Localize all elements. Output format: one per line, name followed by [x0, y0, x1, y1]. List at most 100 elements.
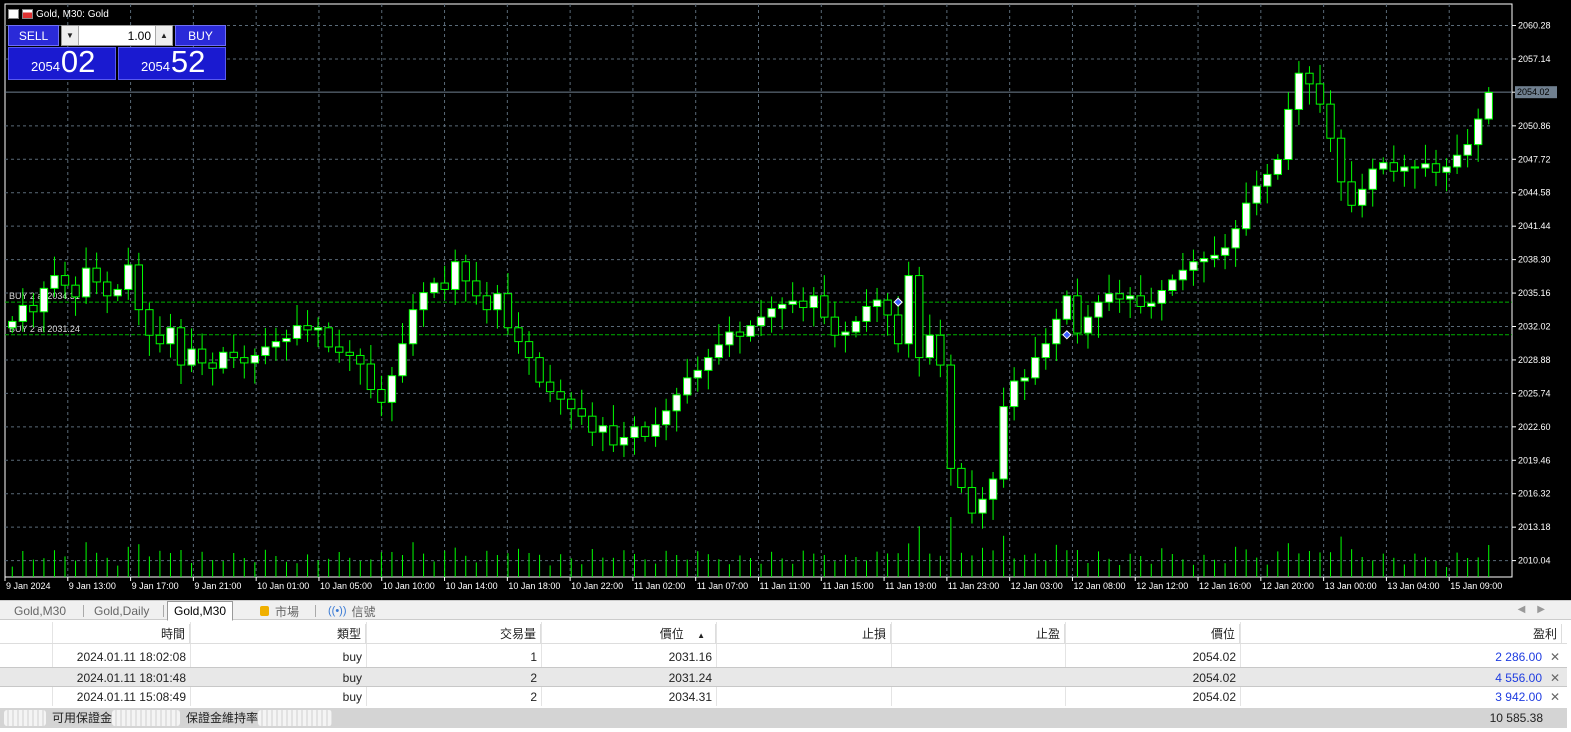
- close-position-icon[interactable]: ✕: [1550, 687, 1560, 707]
- cell-tp[interactable]: [891, 668, 1065, 688]
- candle-body: [176, 327, 186, 366]
- sell-price-prefix: 2054: [31, 59, 60, 74]
- time-axis-label: 11 Jan 07:00: [697, 581, 748, 591]
- col-header-time[interactable]: 時間: [52, 624, 190, 644]
- col-header-profit[interactable]: 盈利: [1240, 624, 1562, 644]
- candle-body: [524, 341, 534, 359]
- candle-body: [1410, 166, 1420, 169]
- one-click-trading-panel: SELL ▼ 1.00 ▲ BUY 2054 02 2054 52: [8, 24, 226, 80]
- candle-body: [1062, 295, 1072, 320]
- candle-body: [440, 282, 449, 290]
- table-row[interactable]: 2024.01.11 18:01:48 buy 2 2031.24 2054.0…: [0, 667, 1567, 687]
- col-header-type[interactable]: 類型: [190, 624, 366, 644]
- tab-scroll-arrows[interactable]: ◀▶: [1518, 604, 1557, 615]
- candle-body: [1199, 258, 1209, 263]
- candle-body: [1052, 318, 1061, 345]
- free-margin-label: 可用保證金: [52, 711, 113, 725]
- candle-body: [271, 341, 281, 348]
- tab-gold-daily[interactable]: Gold,Daily: [88, 602, 155, 620]
- col-header-open-price[interactable]: 價位 ▲: [541, 624, 716, 644]
- margin-level-label: 保證金維持率: [186, 711, 259, 725]
- candle-body: [71, 284, 80, 298]
- price-axis-label: 2010.04: [1518, 556, 1551, 566]
- candle-body: [609, 425, 618, 446]
- candle-body: [419, 292, 428, 311]
- cell-type: buy: [342, 690, 362, 704]
- candle-body: [988, 478, 998, 500]
- col-header-sl[interactable]: 止損: [716, 624, 891, 644]
- lot-increase-icon[interactable]: ▲: [155, 26, 172, 45]
- time-axis-label: 13 Jan 00:00: [1325, 581, 1377, 591]
- buy-button[interactable]: BUY: [175, 25, 226, 46]
- signal-icon: ((•)): [328, 605, 347, 617]
- candle-body: [482, 295, 492, 311]
- tab-signals-label: 信號: [351, 604, 376, 619]
- candle-body: [1294, 72, 1304, 110]
- col-header-price[interactable]: 價位: [1065, 624, 1240, 644]
- candle: [904, 261, 913, 358]
- tab-market[interactable]: 市場: [254, 602, 305, 620]
- col-header-tp[interactable]: 止盈: [891, 624, 1065, 644]
- time-axis-label: 11 Jan 11:00: [760, 581, 811, 591]
- candle-body: [429, 282, 439, 294]
- lot-input[interactable]: 1.00: [79, 29, 155, 43]
- sell-price[interactable]: 2054 02: [8, 46, 116, 80]
- lot-decrease-icon[interactable]: ▼: [62, 26, 79, 45]
- redacted-value: [4, 710, 46, 726]
- candle-body: [1020, 377, 1029, 382]
- cell-sl[interactable]: [716, 687, 891, 707]
- cell-price: 2054.02: [1192, 690, 1236, 704]
- candle-body: [683, 377, 692, 396]
- candle-body: [81, 267, 91, 298]
- tab-gold-m30[interactable]: Gold,M30: [8, 602, 72, 620]
- candle-body: [567, 398, 576, 410]
- cell-tp[interactable]: [891, 687, 1065, 707]
- candle-body: [102, 281, 112, 297]
- candle-body: [303, 325, 312, 331]
- buy-price[interactable]: 2054 52: [118, 46, 226, 80]
- cell-time: 2024.01.11 18:01:48: [76, 671, 186, 685]
- candle-body: [545, 381, 555, 393]
- candle-body: [1442, 166, 1451, 173]
- close-position-icon[interactable]: ✕: [1550, 668, 1560, 688]
- cell-type: buy: [342, 671, 362, 685]
- total-profit: 10 585.38: [1489, 711, 1543, 725]
- candle-body: [1104, 293, 1114, 303]
- tab-divider: [315, 605, 316, 617]
- time-axis-label: 10 Jan 10:00: [383, 581, 435, 591]
- time-axis-label: 10 Jan 22:00: [571, 581, 623, 591]
- tab-signals[interactable]: ((•)) 信號: [322, 602, 382, 620]
- candle: [946, 354, 956, 486]
- candle-body: [113, 288, 122, 297]
- table-row[interactable]: 2024.01.11 15:08:49 buy 2 2034.31 2054.0…: [0, 687, 1567, 707]
- time-axis-label: 9 Jan 13:00: [69, 581, 116, 591]
- sell-button[interactable]: SELL: [8, 25, 59, 46]
- candle-body: [250, 354, 260, 364]
- candle-body: [240, 357, 249, 364]
- tab-gold-m30-active[interactable]: Gold,M30: [167, 601, 234, 621]
- tab-divider: [83, 605, 84, 617]
- table-row[interactable]: 2024.01.11 18:02:08 buy 1 2031.16 2054.0…: [0, 647, 1567, 667]
- cell-tp[interactable]: [891, 647, 1065, 667]
- chart-tabs: Gold,M30 Gold,Daily Gold,M30 市場 ((•)) 信號…: [0, 600, 1571, 621]
- candle-body: [630, 426, 639, 438]
- candle-body: [335, 346, 344, 353]
- candle-body: [588, 415, 597, 433]
- price-axis-label: 2016.32: [1518, 489, 1551, 499]
- time-axis-label: 12 Jan 03:00: [1011, 581, 1063, 591]
- candle: [1062, 290, 1072, 325]
- chart-area[interactable]: 2060.28 2057.14 2054.02 2050.86 2047.72 2044.…: [0, 0, 1571, 600]
- price-chart[interactable]: 2060.28 2057.14 2054.02 2050.86 2047.72 2044.…: [0, 0, 1571, 600]
- close-position-icon[interactable]: ✕: [1550, 647, 1560, 667]
- cell-sl[interactable]: [716, 647, 891, 667]
- cell-sl[interactable]: [716, 668, 891, 688]
- candle-body: [408, 309, 418, 345]
- col-header-volume[interactable]: 交易量: [366, 624, 541, 644]
- buy-price-prefix: 2054: [141, 59, 170, 74]
- candle-body: [145, 309, 154, 336]
- lot-stepper[interactable]: ▼ 1.00 ▲: [61, 25, 173, 46]
- candle-body: [1031, 357, 1040, 379]
- time-axis-label: 12 Jan 16:00: [1199, 581, 1251, 591]
- candle-body: [1094, 301, 1103, 318]
- time-axis-label: 10 Jan 01:00: [257, 581, 309, 591]
